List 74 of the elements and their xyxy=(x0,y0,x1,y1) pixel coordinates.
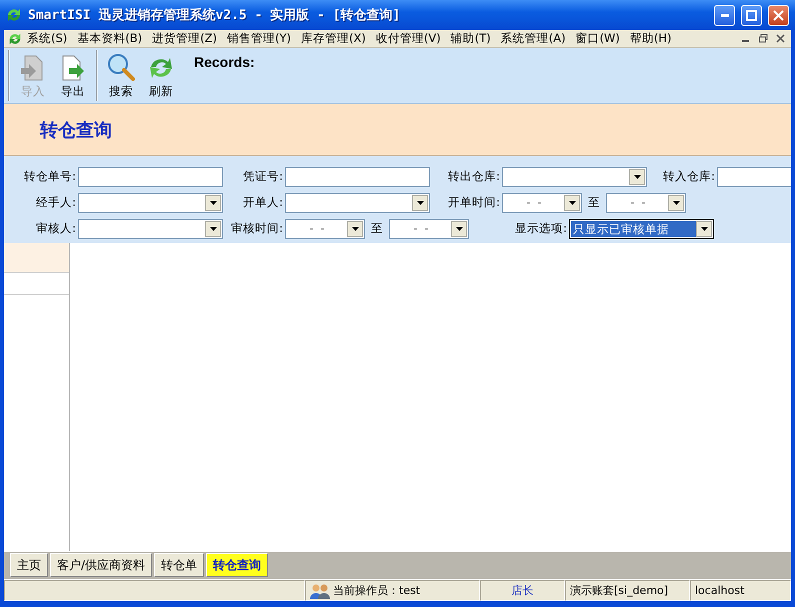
caret-icon xyxy=(456,226,462,230)
caret-icon xyxy=(700,226,708,230)
records-label: Records: xyxy=(194,54,255,72)
dropdown-button[interactable] xyxy=(451,220,467,236)
range-separator: 至 xyxy=(370,221,384,236)
field-label: 开单人: xyxy=(242,195,284,210)
dropdown-button[interactable] xyxy=(347,220,363,236)
menu-item[interactable]: 辅助(T) xyxy=(446,31,496,46)
dropdown-button[interactable] xyxy=(696,220,712,236)
caret-icon xyxy=(634,174,640,178)
caret-icon xyxy=(672,200,680,204)
caret-icon xyxy=(416,200,424,204)
date-picker[interactable]: - - xyxy=(606,192,686,212)
host-text: localhost xyxy=(695,584,744,597)
field-label: 开单时间: xyxy=(447,195,501,210)
field-label: 审核人: xyxy=(35,221,77,236)
users-icon xyxy=(310,582,330,598)
dropdown-button[interactable] xyxy=(629,168,645,184)
maximize-button[interactable] xyxy=(741,4,762,26)
tab[interactable]: 主页 xyxy=(10,553,48,577)
toolbar-button[interactable]: 刷新 xyxy=(142,50,180,101)
close-button[interactable] xyxy=(768,4,789,26)
field-label: 经手人: xyxy=(35,195,77,210)
field-label: 凭证号: xyxy=(242,169,284,184)
window-title: SmartISI 迅灵进销存管理系统v2.5 - 实用版 - [转仓查询] xyxy=(28,6,402,24)
field-label: 转出仓库: xyxy=(447,169,501,184)
caret-icon xyxy=(352,226,358,230)
minimize-button[interactable] xyxy=(714,4,735,26)
menu-item[interactable]: 销售管理(Y) xyxy=(222,31,296,46)
header-cell xyxy=(4,243,69,273)
app-logo-icon xyxy=(6,7,22,23)
menu-item[interactable]: 帮助(H) xyxy=(624,31,677,46)
field-label: 转入仓库: xyxy=(662,169,716,184)
tab[interactable]: 转仓单 xyxy=(154,553,204,577)
caret-icon xyxy=(568,200,576,204)
input-field[interactable] xyxy=(285,166,430,186)
close-icon xyxy=(773,10,784,20)
restore-icon[interactable] xyxy=(759,34,768,43)
toolbar-button[interactable]: 导出 xyxy=(54,50,92,101)
account-text: 演示账套[si_demo] xyxy=(570,583,668,598)
menu-item[interactable]: 库存管理(X) xyxy=(296,31,371,46)
caret-icon xyxy=(210,226,216,230)
input-field[interactable] xyxy=(78,166,223,186)
tab[interactable]: 客户/供应商资料 xyxy=(50,553,152,577)
dropdown-button[interactable] xyxy=(412,194,428,210)
tab[interactable]: 转仓查询 xyxy=(206,553,268,577)
dropdown-button[interactable] xyxy=(564,194,580,210)
field-label: 转仓单号: xyxy=(23,169,77,184)
menu-item[interactable]: 系统管理(A) xyxy=(496,31,571,46)
menu-item[interactable]: 收付管理(V) xyxy=(370,31,446,46)
app-logo-icon xyxy=(8,32,22,46)
role-text: 店长 xyxy=(512,583,534,598)
dropdown-button[interactable] xyxy=(668,194,684,210)
search-icon xyxy=(106,52,136,82)
menu-item[interactable]: 基本资料(B) xyxy=(72,31,148,46)
dropdown-button[interactable] xyxy=(205,220,221,236)
menu-item[interactable]: 系统(S) xyxy=(22,31,72,46)
dropdown[interactable]: 只显示已审核单据 xyxy=(569,218,714,238)
menu-item[interactable]: 窗口(W) xyxy=(570,31,625,46)
field-label: 显示选项: xyxy=(514,221,568,236)
field-label: 审核时间: xyxy=(230,221,284,236)
date-picker[interactable]: - - xyxy=(502,192,582,212)
page-title: 转仓查询 xyxy=(40,118,112,142)
minimize-icon xyxy=(720,14,728,16)
operator-text: 当前操作员：test xyxy=(333,583,420,598)
toolbar-button[interactable]: 搜索 xyxy=(102,50,140,101)
range-separator: 至 xyxy=(587,195,601,210)
date-picker[interactable]: - - xyxy=(389,218,469,238)
menu-item[interactable]: 进货管理(Z) xyxy=(147,31,222,46)
maximize-icon xyxy=(746,10,757,20)
date-picker[interactable]: - - xyxy=(285,218,365,238)
caret-icon xyxy=(210,200,216,204)
dropdown-button[interactable] xyxy=(205,194,221,210)
close-icon[interactable] xyxy=(776,34,785,43)
